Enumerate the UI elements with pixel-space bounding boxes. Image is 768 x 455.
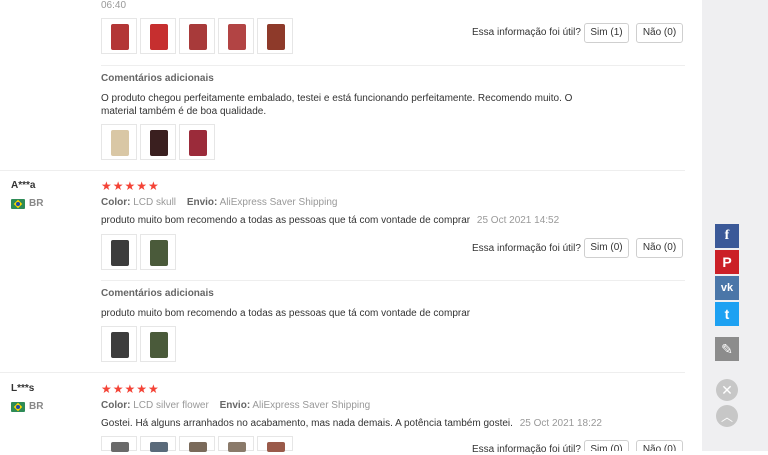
review-photo[interactable]: [101, 326, 137, 362]
reviews-panel: 06:40 Essa informação foi útil? Sim (1) …: [0, 0, 702, 455]
review-photo[interactable]: [179, 18, 215, 54]
review-photo[interactable]: [140, 124, 176, 160]
review-photo[interactable]: [218, 436, 254, 452]
review-photo[interactable]: [140, 436, 176, 452]
helpful-yes-button[interactable]: Sim (0): [584, 238, 629, 258]
pinterest-share-icon[interactable]: P: [715, 250, 739, 274]
review-photo[interactable]: [140, 234, 176, 270]
review-text-content: Gostei. Há alguns arranhados no acabamen…: [101, 418, 513, 429]
close-icon[interactable]: ✕: [716, 379, 738, 401]
shipping-value: AliExpress Saver Shipping: [219, 197, 338, 208]
divider: [101, 65, 685, 66]
vk-share-icon[interactable]: vk: [715, 276, 739, 300]
back-to-top-icon[interactable]: ︿: [716, 405, 738, 427]
review-photo[interactable]: [101, 18, 137, 54]
review-photo[interactable]: [179, 124, 215, 160]
helpful-no-button[interactable]: Não (0): [636, 238, 683, 258]
helpful-question: Essa informação foi útil?: [472, 243, 581, 254]
review-attributes: Color: LCD skull Envio: AliExpress Saver…: [101, 197, 337, 208]
review-attributes: Color: LCD silver flower Envio: AliExpre…: [101, 400, 370, 411]
review-photo[interactable]: [140, 18, 176, 54]
review-photo[interactable]: [179, 436, 215, 452]
helpful-question: Essa informação foi útil?: [472, 27, 581, 38]
review-date: 25 Oct 2021 18:22: [519, 418, 602, 429]
review-text: produto muito bom recomendo a todas as p…: [101, 215, 559, 226]
edit-icon[interactable]: ✎: [715, 337, 739, 361]
color-label: Color:: [101, 197, 131, 208]
brazil-flag-icon: [11, 402, 25, 412]
review-photo[interactable]: [101, 234, 137, 270]
helpful-no-button[interactable]: Não (0): [636, 440, 683, 451]
reviewer-name: A***a: [11, 180, 36, 191]
helpful-yes-button[interactable]: Sim (1): [584, 23, 629, 43]
helpful-question: Essa informação foi útil?: [472, 444, 581, 455]
shipping-label: Envio:: [219, 400, 251, 411]
divider: [101, 280, 685, 281]
review-separator: [0, 170, 685, 171]
additional-comments-title: Comentários adicionais: [101, 73, 214, 84]
reviewer-country: BR: [29, 401, 44, 412]
reviewer-country: BR: [29, 198, 44, 209]
review-photo[interactable]: [101, 436, 137, 452]
brazil-flag-icon: [11, 199, 25, 209]
rating-stars: ★★★★★: [101, 179, 160, 193]
additional-comment-text-line2: material também é de boa qualidade.: [101, 106, 267, 117]
review-text: Gostei. Há alguns arranhados no acabamen…: [101, 418, 602, 429]
color-label: Color:: [101, 400, 131, 411]
review-photo[interactable]: [101, 124, 137, 160]
shipping-label: Envio:: [186, 197, 218, 208]
review-separator: [0, 372, 685, 373]
additional-comments-title: Comentários adicionais: [101, 288, 214, 299]
color-value: LCD skull: [133, 197, 177, 208]
twitter-share-icon[interactable]: t: [715, 302, 739, 326]
helpful-no-button[interactable]: Não (0): [636, 23, 683, 43]
shipping-value: AliExpress Saver Shipping: [252, 400, 371, 411]
color-value: LCD silver flower: [133, 400, 209, 411]
review-date: 25 Oct 2021 14:52: [476, 215, 560, 226]
review-photo[interactable]: [257, 18, 293, 54]
review-text-content: produto muito bom recomendo a todas as p…: [101, 215, 471, 226]
additional-comment-text: produto muito bom recomendo a todas as p…: [101, 308, 471, 319]
facebook-share-icon[interactable]: f: [715, 224, 739, 248]
additional-comment-text: O produto chegou perfeitamente embalado,…: [101, 93, 573, 104]
helpful-yes-button[interactable]: Sim (0): [584, 440, 629, 451]
review-photo[interactable]: [140, 326, 176, 362]
review-photo[interactable]: [257, 436, 293, 452]
review-time: 06:40: [101, 0, 127, 11]
reviewer-name: L***s: [11, 383, 35, 394]
rating-stars: ★★★★★: [101, 382, 160, 396]
review-photo[interactable]: [218, 18, 254, 54]
